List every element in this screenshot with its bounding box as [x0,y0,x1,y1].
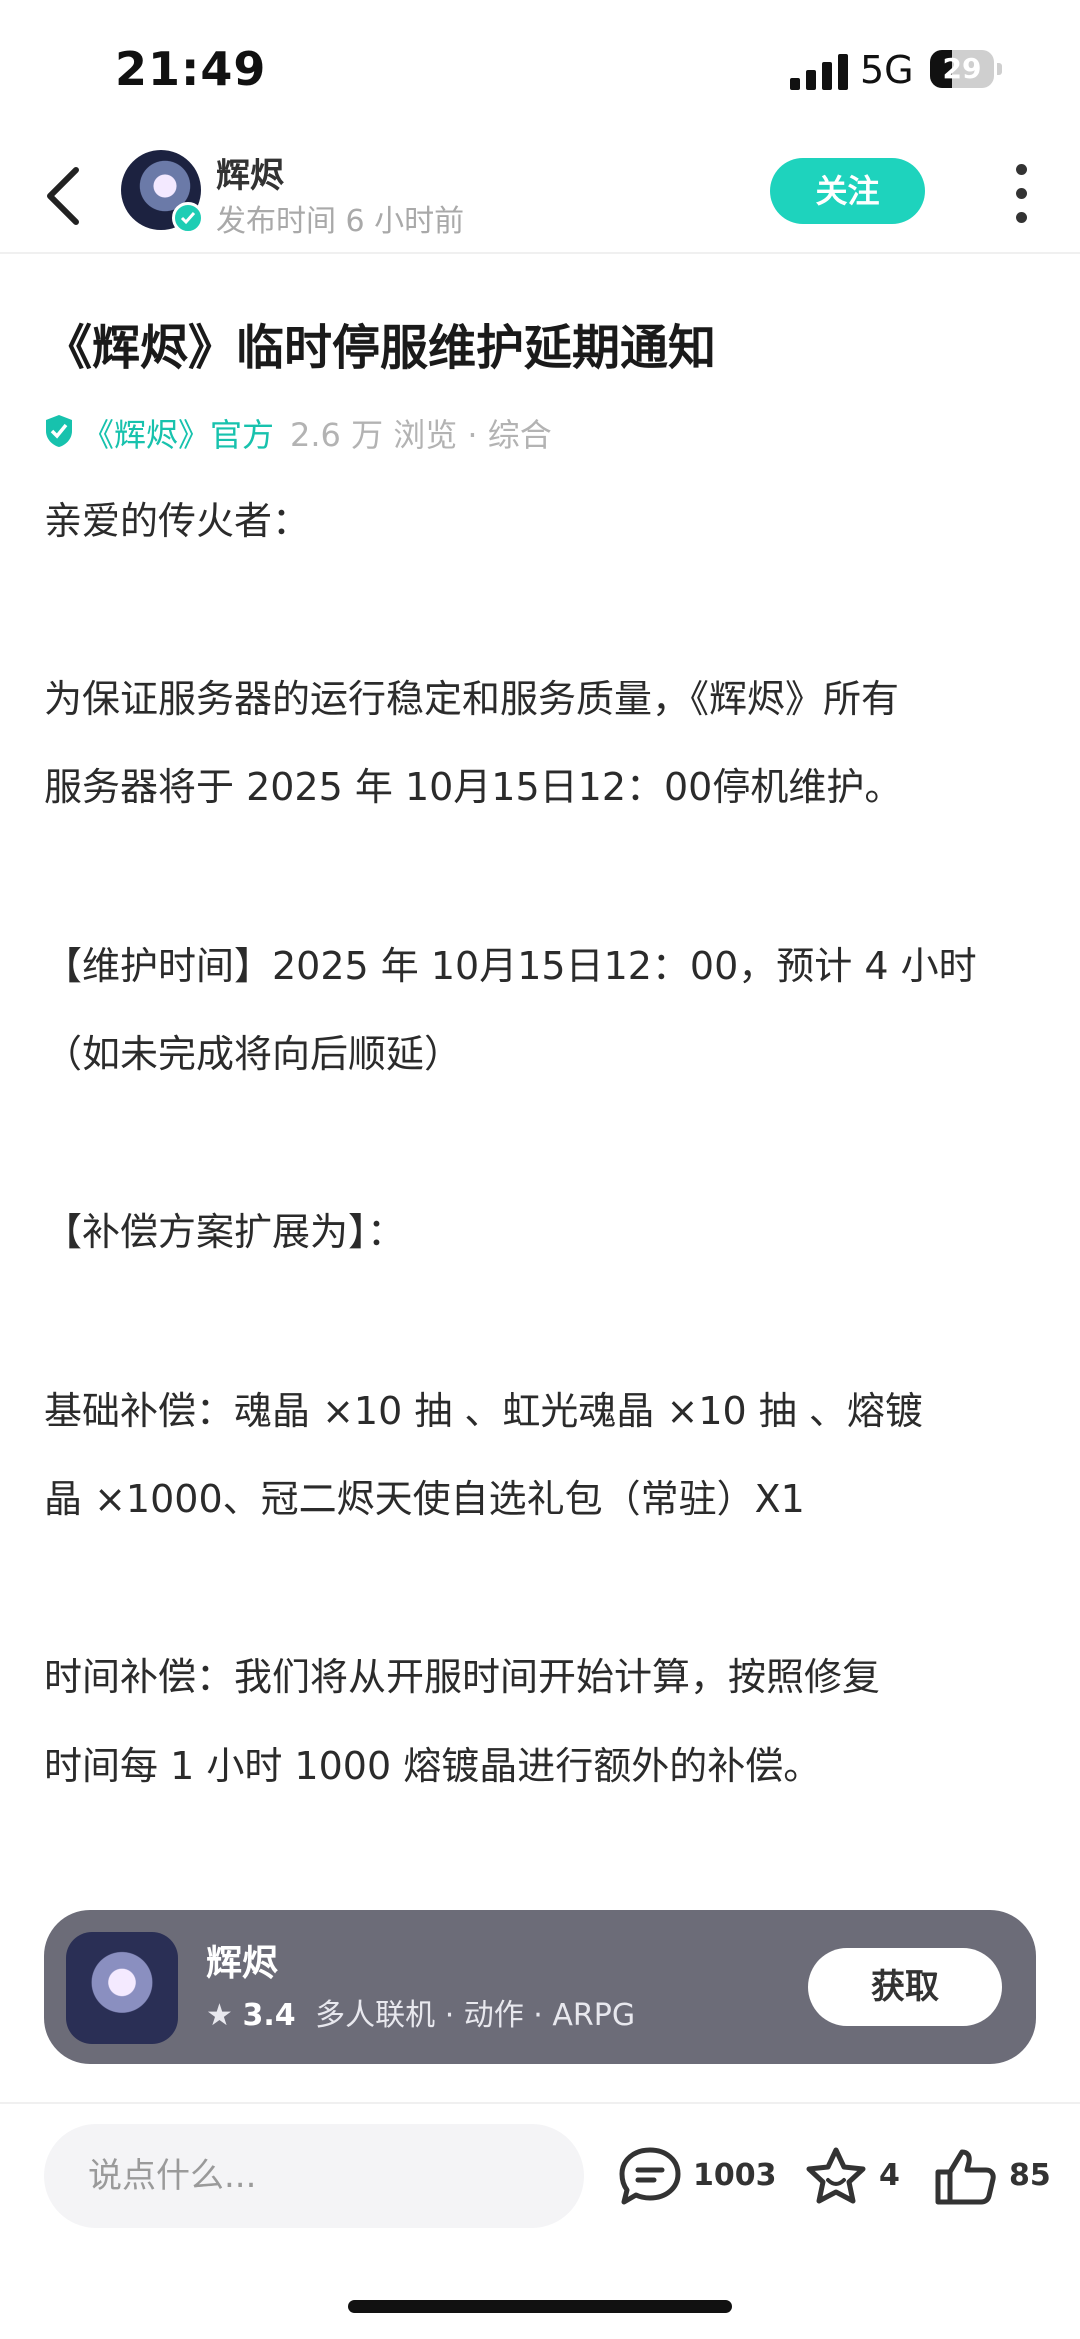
official-shield-icon [46,415,72,447]
network-label: 5G [860,48,914,92]
article-line: 晶 ×1000、冠二烬天使自选礼包（常驻）X1 [44,1477,805,1521]
star-icon: ★ [206,1998,233,2033]
app-rating: 3.4 [242,1998,296,2033]
thumbs-up-icon [935,2149,996,2205]
app-tags: 多人联机 · 动作 · ARPG [315,1998,636,2033]
article-line: 时间每 1 小时 1000 熔镀晶进行额外的补偿。 [44,1744,822,1788]
article-line: 基础补偿：魂晶 ×10 抽 、虹光魂晶 ×10 抽 、熔镀 [44,1389,923,1433]
signal-icon [790,54,848,90]
article-line: 为保证服务器的运行稳定和服务质量，《辉烬》所有 [44,677,900,721]
article-line: 【维护时间】2025 年 10月15日12：00，预计 4 小时 [44,944,977,988]
verified-badge-icon [172,202,204,234]
app-rating-row: ★ 3.4 多人联机 · 动作 · ARPG [206,1990,635,2034]
app-name: 辉烬 [206,1943,279,1984]
like-count: 85 [1009,2158,1051,2193]
article-line: （如未完成将向后顺延） [44,1032,463,1076]
author-name[interactable]: 辉烬 [216,148,284,197]
app-promo-card[interactable]: 辉烬 ★ 3.4 多人联机 · 动作 · ARPG 获取 [44,1910,1036,2064]
home-indicator[interactable] [348,2300,732,2313]
status-bar: 21:49 5G 29 [0,0,1080,140]
comment-input[interactable] [44,2124,584,2228]
follow-button[interactable]: 关注 [770,158,925,224]
favorite-count: 4 [879,2158,900,2193]
status-time: 21:49 [115,42,267,96]
app-icon [66,1932,178,2044]
battery-icon: 29 [930,50,1002,90]
star-outline-icon [806,2147,866,2204]
comment-bubble-icon [619,2147,681,2205]
more-options-icon[interactable] [1010,164,1034,224]
post-time: 发布时间 6 小时前 [216,204,465,239]
like-button[interactable]: 85 [934,2146,1054,2206]
article-line: 【补偿方案扩展为】： [44,1210,406,1254]
article-line: 时间补偿：我们将从开服时间开始计算，按照修复 [44,1655,881,1699]
get-app-button[interactable]: 获取 [808,1948,1002,2026]
post-header: 辉烬 发布时间 6 小时前 关注 [0,140,1080,254]
view-count: 2.6 万 浏览 · 综合 [290,416,552,454]
comment-button[interactable]: 1003 [618,2146,777,2206]
article-title: 《辉烬》临时停服维护延期通知 [44,320,717,376]
favorite-button[interactable]: 4 [804,2146,904,2206]
battery-level: 29 [942,52,982,85]
article-line: 亲爱的传火者： [44,499,311,543]
comment-count: 1003 [693,2158,777,2193]
official-tag[interactable]: 《辉烬》官方 [82,410,274,456]
back-arrow-icon[interactable] [38,162,88,230]
article-line: 服务器将于 2025 年 10月15日12：00停机维护。 [44,765,903,809]
